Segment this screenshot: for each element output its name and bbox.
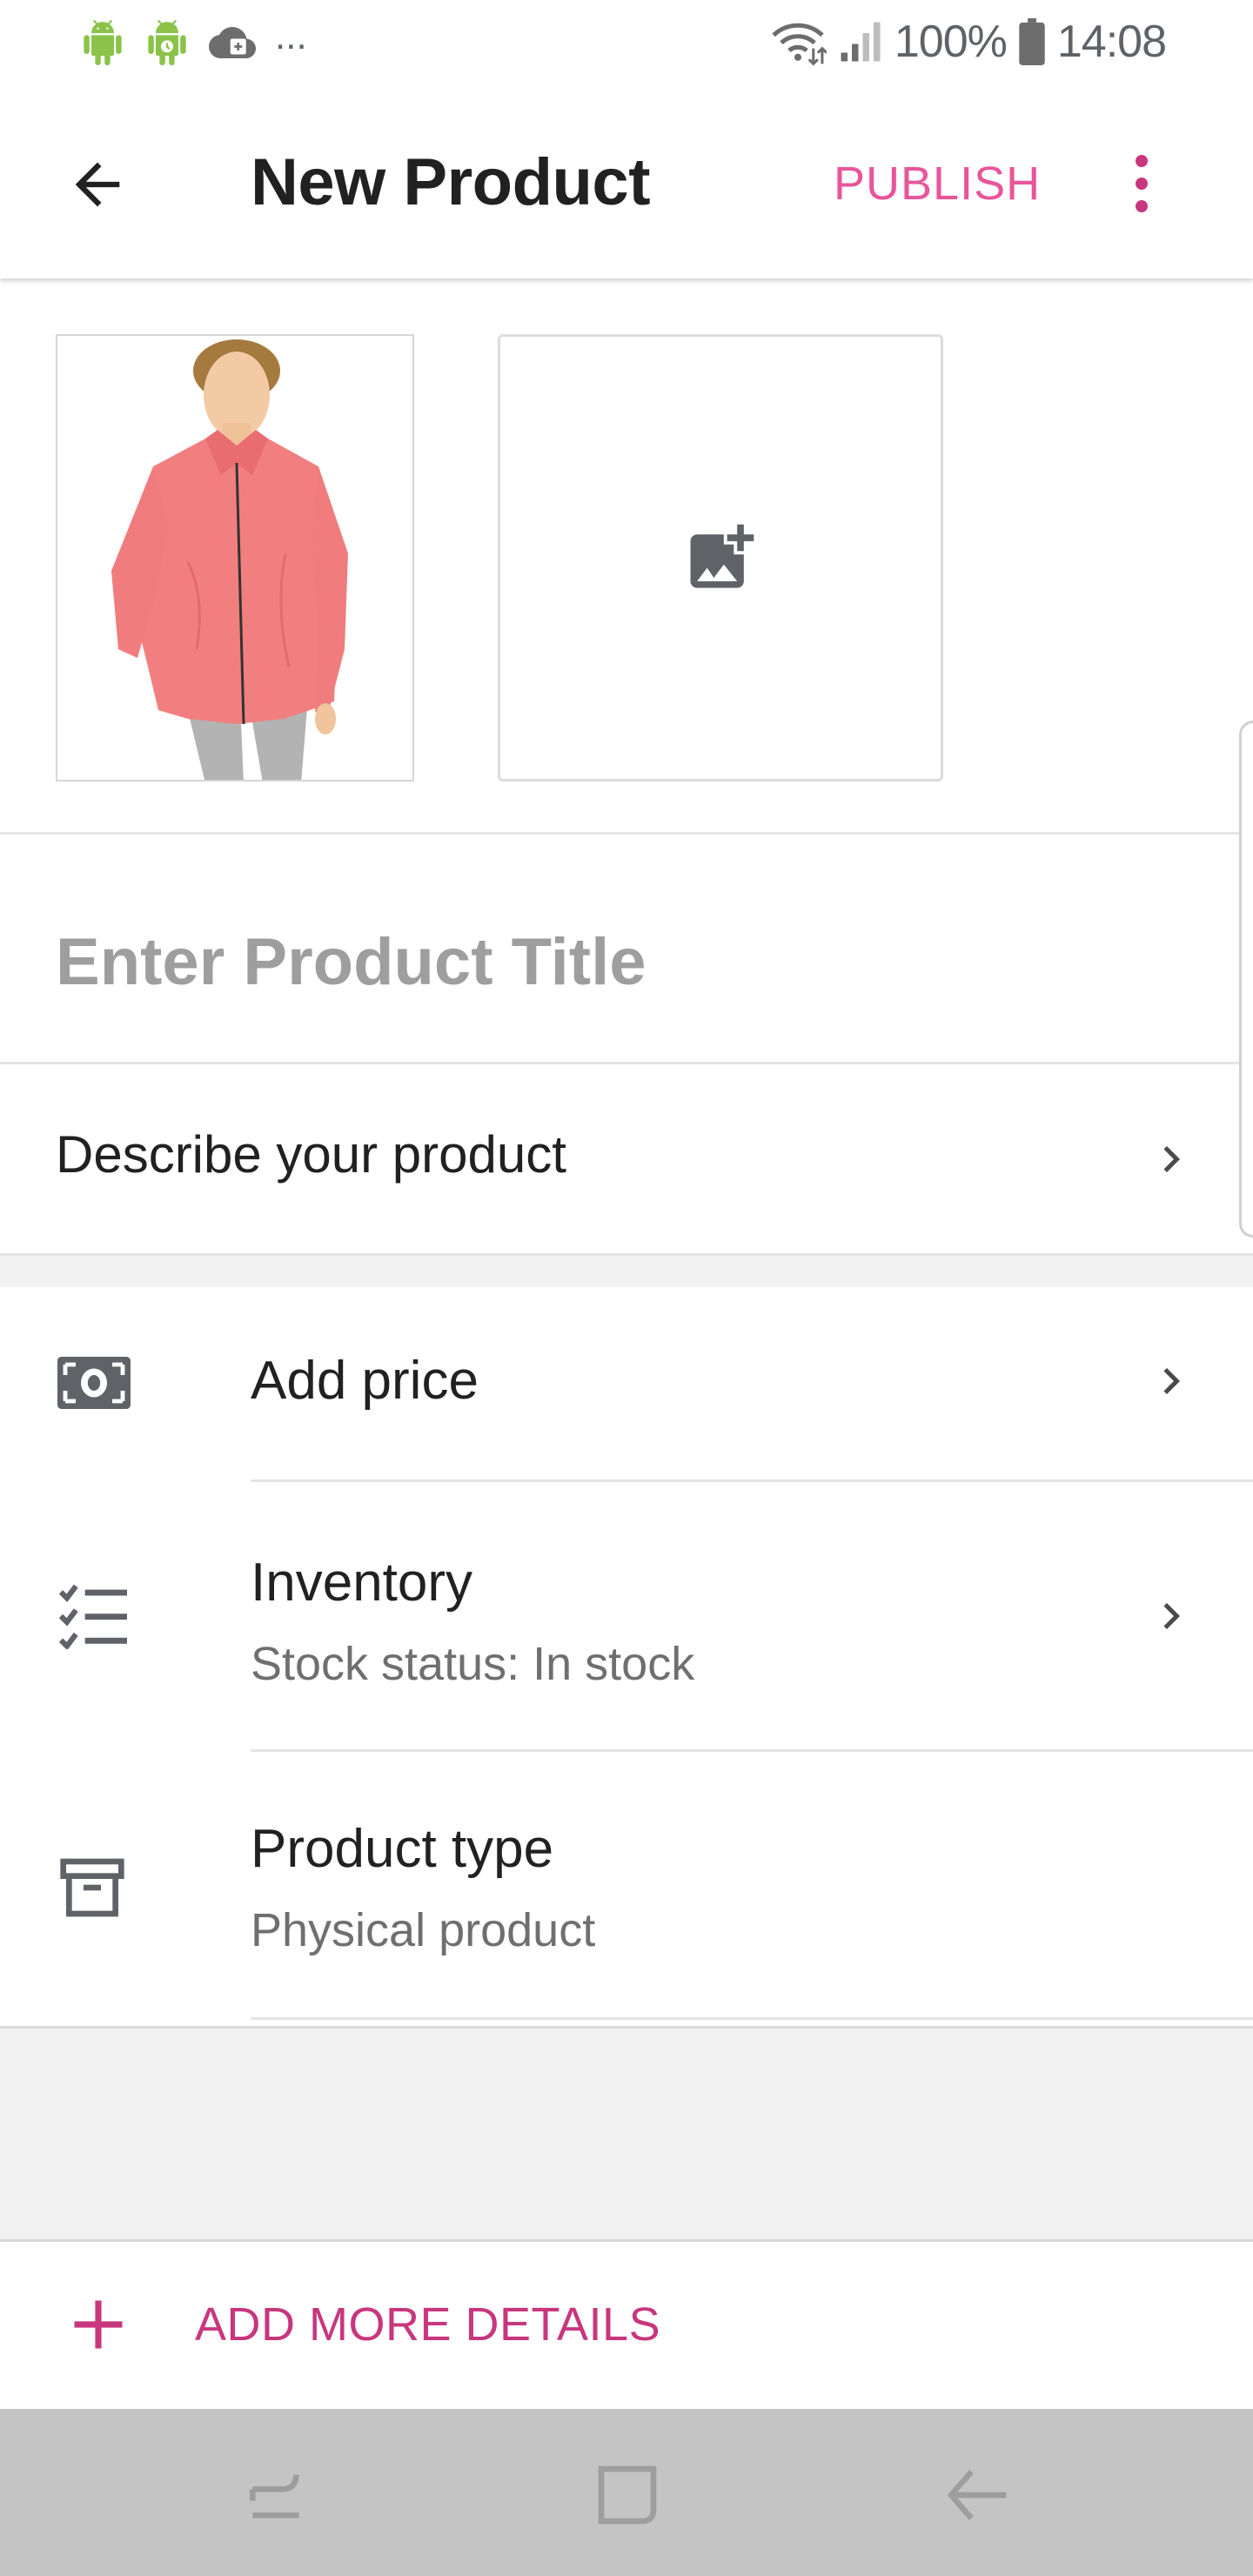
checklist-icon: [58, 1584, 127, 1649]
inventory-label: Inventory: [251, 1553, 473, 1613]
notification-icons: ...: [80, 15, 307, 66]
publish-button[interactable]: PUBLISH: [834, 153, 1041, 214]
recent-apps-icon: [250, 2474, 299, 2519]
system-indicators: 100% 14:08: [769, 16, 1167, 68]
stock-status-text: Stock status: In stock: [251, 1638, 695, 1690]
page-title: New Product: [251, 145, 651, 219]
android-icon: [84, 20, 122, 65]
chevron-right-icon: [1163, 1368, 1180, 1394]
back-button[interactable]: [54, 141, 141, 228]
more-options-button[interactable]: [1116, 144, 1168, 223]
signal-icon: [841, 22, 881, 62]
product-type-value: Physical product: [251, 1904, 596, 1956]
plus-icon: [74, 2300, 123, 2349]
add-price-label: Add price: [251, 1351, 479, 1411]
system-navigation-bar: [0, 2409, 1253, 2576]
scroll-edge-handle[interactable]: [1239, 721, 1253, 1238]
add-photo-icon: [690, 524, 754, 588]
product-title-input[interactable]: [56, 896, 1187, 1027]
home-square-icon: [598, 2465, 657, 2525]
section-separator: [0, 1256, 1253, 1287]
nav-back-button[interactable]: [929, 2447, 1025, 2543]
clock: 14:08: [1056, 17, 1167, 67]
add-more-details-button[interactable]: ADD MORE DETAILS: [0, 2242, 1253, 2407]
divider: [0, 832, 1239, 835]
add-photo-button[interactable]: [498, 334, 943, 782]
status-bar: ... 100% 14:08: [0, 0, 1253, 87]
chevron-right-icon: [1163, 1603, 1180, 1629]
recent-apps-button[interactable]: [228, 2447, 324, 2543]
add-more-details-label: ADD MORE DETAILS: [195, 2298, 661, 2351]
inventory-row[interactable]: Inventory Stock status: In stock: [0, 1482, 1253, 1750]
app-bar: New Product PUBLISH: [0, 87, 1253, 278]
describe-product-label: Describe your product: [56, 1125, 566, 1184]
divider: [251, 2017, 1253, 2020]
android-update-icon: [148, 20, 186, 65]
cloud-sync-icon: [209, 26, 256, 58]
arrow-back-icon: [75, 162, 120, 207]
photo-gallery: [0, 278, 1253, 835]
more-vert-icon: [1136, 155, 1148, 167]
nav-back-icon: [947, 2470, 1007, 2520]
empty-area: [0, 2026, 1253, 2240]
divider: [0, 1062, 1239, 1064]
more-notifications-indicator: ...: [275, 15, 307, 57]
product-type-label: Product type: [251, 1819, 554, 1879]
jacket-photo: [57, 336, 412, 780]
home-button[interactable]: [580, 2447, 675, 2543]
battery-percentage: 100%: [894, 17, 1008, 67]
product-photo-thumbnail[interactable]: [56, 334, 414, 782]
chevron-right-icon: [1163, 1146, 1180, 1172]
add-price-row[interactable]: Add price: [0, 1287, 1253, 1480]
product-type-row[interactable]: Product type Physical product: [0, 1752, 1253, 2020]
battery-icon: [1019, 18, 1045, 65]
wifi-icon: [772, 23, 827, 66]
describe-product-row[interactable]: Describe your product: [0, 1065, 1253, 1257]
money-icon: [57, 1357, 131, 1409]
archive-box-icon: [60, 1858, 124, 1917]
new-product-screen: ... 100% 14:08 New Product PUBLISH Enter…: [0, 0, 1253, 2576]
